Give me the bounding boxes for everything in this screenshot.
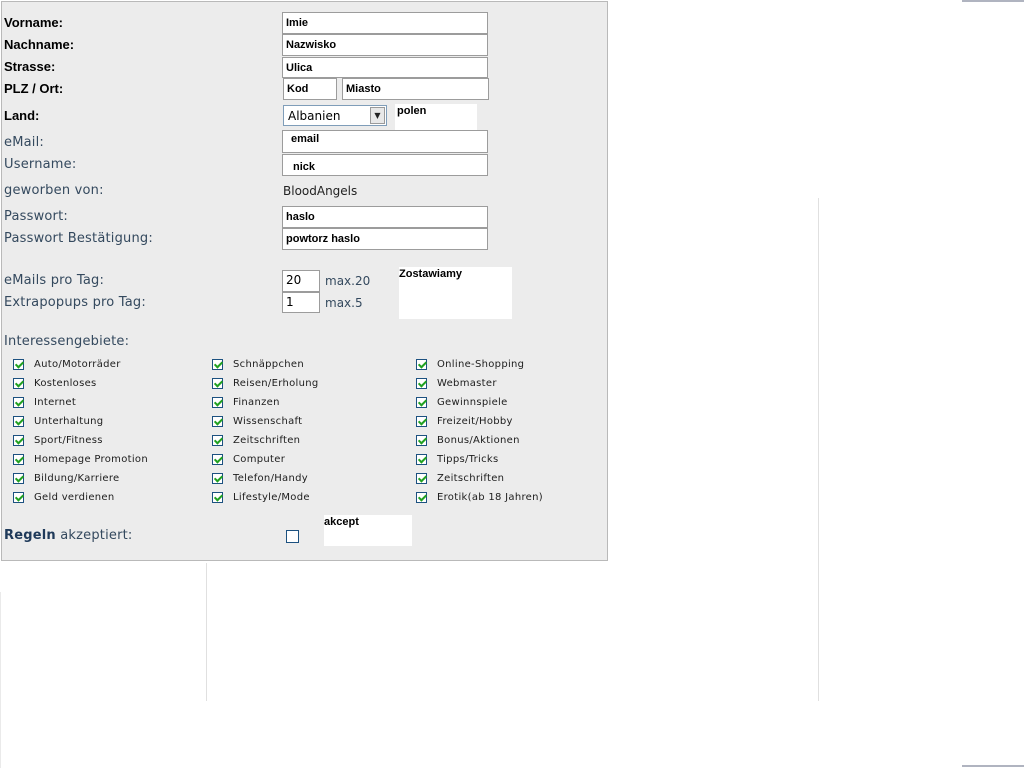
land-note: polen (395, 104, 477, 131)
checkbox-checked[interactable] (416, 472, 427, 484)
extrapopups-max: max.5 (325, 296, 363, 310)
interest-wissenschaft[interactable]: Wissenschaft (212, 414, 302, 428)
nachname-input[interactable]: Nazwisko (282, 34, 488, 56)
passwort-bestaetigung-label: Passwort Bestätigung: (4, 231, 153, 246)
akcept-note: akcept (324, 515, 412, 546)
regeln-link[interactable]: Regeln (4, 528, 56, 543)
checkbox-checked[interactable] (13, 453, 24, 465)
checkbox-checked[interactable] (416, 491, 427, 503)
username-input[interactable]: nick (282, 154, 488, 176)
interest-finanzen[interactable]: Finanzen (212, 395, 280, 409)
interest-unterhaltung[interactable]: Unterhaltung (13, 414, 103, 428)
extrapopups-input[interactable]: 1 (282, 292, 320, 313)
checkbox-checked[interactable] (13, 396, 24, 408)
interest-schnaeppchen[interactable]: Schnäppchen (212, 357, 304, 371)
checkbox-checked[interactable] (212, 377, 223, 389)
geworben-value: BloodAngels (283, 184, 358, 198)
interest-kostenloses[interactable]: Kostenloses (13, 376, 97, 390)
interest-webmaster[interactable]: Webmaster (416, 376, 497, 390)
checkbox-checked[interactable] (13, 434, 24, 446)
interest-internet[interactable]: Internet (13, 395, 76, 409)
checkbox-checked[interactable] (416, 453, 427, 465)
interest-zeitschriften-2[interactable]: Zeitschriften (416, 471, 504, 485)
interest-telefon-handy[interactable]: Telefon/Handy (212, 471, 308, 485)
zostawiamy-note: Zostawiamy (399, 267, 512, 319)
interest-geld-verdienen[interactable]: Geld verdienen (13, 490, 115, 504)
checkbox-checked[interactable] (13, 415, 24, 427)
interest-homepage-promotion[interactable]: Homepage Promotion (13, 452, 148, 466)
interest-gewinnspiele[interactable]: Gewinnspiele (416, 395, 508, 409)
checkbox-checked[interactable] (212, 491, 223, 503)
interessengebiete-label: Interessengebiete: (4, 334, 130, 349)
land-select[interactable]: Albanien ▼ (283, 105, 387, 126)
checkbox-checked[interactable] (416, 377, 427, 389)
interest-bonus-aktionen[interactable]: Bonus/Aktionen (416, 433, 520, 447)
checkbox-checked[interactable] (13, 377, 24, 389)
ort-input[interactable]: Miasto (342, 78, 489, 100)
page-divider-line (818, 198, 819, 701)
plz-ort-label: PLZ / Ort: (4, 81, 64, 96)
interest-zeitschriften[interactable]: Zeitschriften (212, 433, 300, 447)
checkbox-checked[interactable] (416, 358, 427, 370)
checkbox-checked[interactable] (13, 491, 24, 503)
checkbox-checked[interactable] (416, 434, 427, 446)
land-label: Land: (4, 108, 40, 123)
checkbox-checked[interactable] (212, 415, 223, 427)
extrapopups-label: Extrapopups pro Tag: (4, 295, 146, 310)
interest-bildung-karriere[interactable]: Bildung/Karriere (13, 471, 120, 485)
land-selected-value: Albanien (288, 109, 341, 123)
interest-tipps-tricks[interactable]: Tipps/Tricks (416, 452, 498, 466)
nachname-label: Nachname: (4, 37, 75, 52)
checkbox-checked[interactable] (212, 434, 223, 446)
page-divider-line (206, 563, 207, 701)
passwort-label: Passwort: (4, 209, 68, 224)
interest-lifestyle-mode[interactable]: Lifestyle/Mode (212, 490, 310, 504)
page-divider-line (0, 592, 1, 768)
email-label: eMail: (4, 135, 44, 150)
interest-reisen-erholung[interactable]: Reisen/Erholung (212, 376, 319, 390)
plz-input[interactable]: Kod (283, 78, 337, 100)
regeln-checkbox[interactable] (286, 530, 299, 543)
checkbox-checked[interactable] (416, 396, 427, 408)
chevron-down-icon[interactable]: ▼ (370, 107, 385, 124)
checkbox-checked[interactable] (13, 472, 24, 484)
username-label: Username: (4, 157, 77, 172)
akzeptiert-text: akzeptiert: (60, 528, 133, 543)
checkbox-checked[interactable] (212, 472, 223, 484)
interest-erotik[interactable]: Erotik(ab 18 Jahren) (416, 490, 543, 504)
passwort-bestaetigung-input[interactable]: powtorz haslo (282, 228, 488, 250)
checkbox-checked[interactable] (212, 396, 223, 408)
emails-pro-tag-max: max.20 (325, 274, 371, 288)
regeln-akzeptiert-label: Regeln akzeptiert: (4, 528, 133, 543)
email-input[interactable]: email (282, 130, 488, 153)
emails-pro-tag-label: eMails pro Tag: (4, 273, 105, 288)
interest-sport-fitness[interactable]: Sport/Fitness (13, 433, 103, 447)
emails-pro-tag-input[interactable]: 20 (282, 270, 320, 292)
vorname-input[interactable]: Imie (282, 12, 488, 34)
checkbox-checked[interactable] (416, 415, 427, 427)
page-corner-marker (962, 765, 1024, 767)
interest-auto-motorraeder[interactable]: Auto/Motorräder (13, 357, 121, 371)
checkbox-checked[interactable] (212, 358, 223, 370)
geworben-label: geworben von: (4, 183, 104, 198)
checkbox-checked[interactable] (212, 453, 223, 465)
passwort-input[interactable]: haslo (282, 206, 488, 228)
page-corner-marker (962, 0, 1024, 2)
interest-freizeit-hobby[interactable]: Freizeit/Hobby (416, 414, 513, 428)
strasse-label: Strasse: (4, 59, 56, 74)
interest-computer[interactable]: Computer (212, 452, 285, 466)
strasse-input[interactable]: Ulica (282, 57, 488, 78)
checkbox-checked[interactable] (13, 358, 24, 370)
vorname-label: Vorname: (4, 15, 63, 30)
interest-online-shopping[interactable]: Online-Shopping (416, 357, 524, 371)
